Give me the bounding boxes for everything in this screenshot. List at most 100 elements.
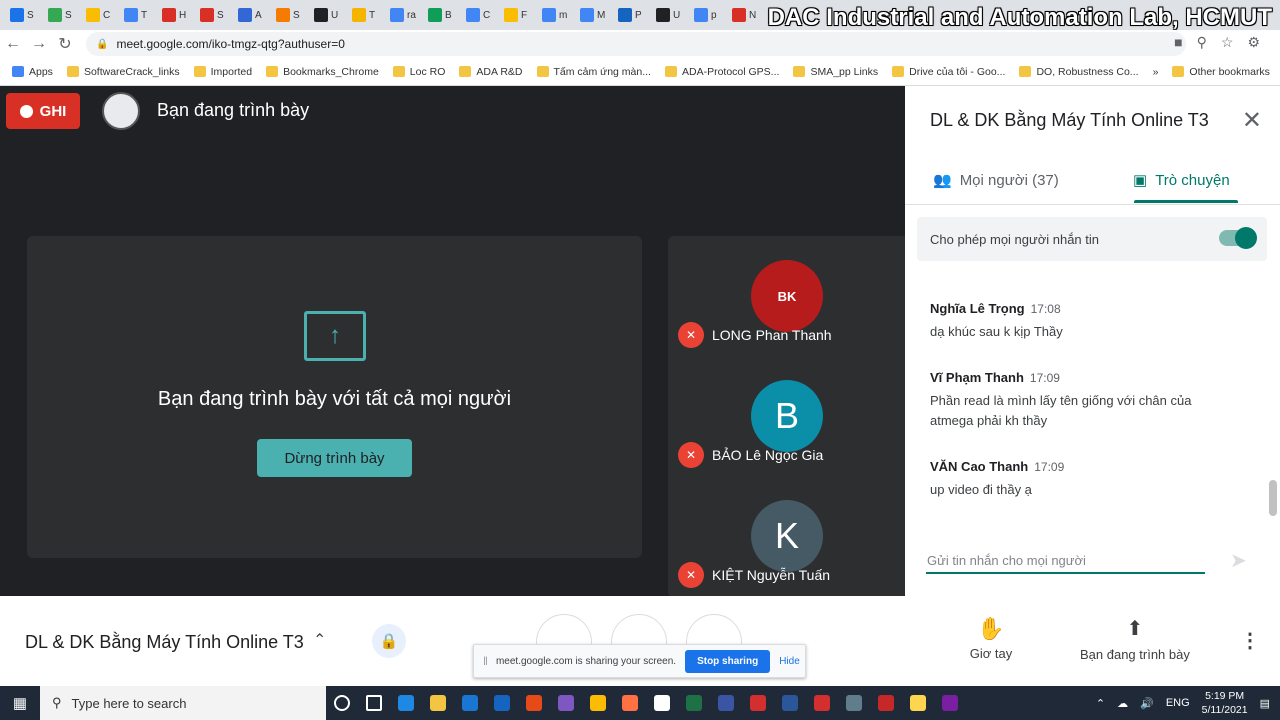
participant-tile[interactable]: B ✕ BẢO Lê Ngọc Gia [668,356,905,476]
url-input[interactable]: 🔒 meet.google.com/iko-tmgz-qtg?authuser=… [86,32,1186,56]
browser-tab[interactable]: U [652,2,690,28]
store-icon[interactable] [486,686,518,720]
browser-tab[interactable]: F [500,2,538,28]
browser-tab[interactable]: H [158,2,196,28]
drag-handle-icon[interactable]: ‖ [483,654,488,668]
chevron-up-icon[interactable]: ⌃ [313,630,326,650]
widgets-icon[interactable] [358,686,390,720]
volume-icon[interactable]: 🔊 [1140,697,1154,710]
browser-tab[interactable]: S [196,2,234,28]
windows-start-icon[interactable]: ▦ [0,686,40,720]
hide-button[interactable]: Hide [779,656,800,667]
browser-tab[interactable]: T [348,2,386,28]
more-options-icon[interactable]: ⋮ [1240,628,1260,653]
mail-icon[interactable] [454,686,486,720]
word-icon[interactable] [774,686,806,720]
taskbar-search-input[interactable]: ⚲ Type here to search [40,686,326,720]
bookmarks-overflow-button[interactable]: » [1153,66,1159,78]
language-indicator[interactable]: ENG [1166,697,1190,709]
notification-icon[interactable]: ▤ [1260,697,1270,710]
stop-sharing-button[interactable]: Stop sharing [685,649,771,673]
bookmark-folder-icon [66,66,79,77]
tab-title: S [217,9,224,21]
tray-chevron-icon[interactable]: ⌃ [1096,697,1105,710]
app-2-icon[interactable] [902,686,934,720]
chat-message-input[interactable]: Gửi tin nhắn cho mọi người [926,548,1205,574]
browser-tab[interactable]: C [462,2,500,28]
browser-tab[interactable]: U [310,2,348,28]
browser-tab[interactable]: C [82,2,120,28]
camera-icon[interactable]: ■ [1174,34,1182,51]
recording-badge: GHI [6,93,80,129]
bookmark-item[interactable]: SMA_pp Links [793,66,878,78]
recording-label: GHI [39,102,67,120]
acrobat-icon[interactable] [806,686,838,720]
chrome-icon[interactable] [582,686,614,720]
recorder-icon[interactable] [742,686,774,720]
clock[interactable]: 5:19 PM 5/11/2021 [1202,689,1248,717]
office-icon[interactable] [518,686,550,720]
participant-tile[interactable]: K ✕ KIỆT Nguyễn Tuấn [668,476,905,596]
messenger-icon[interactable] [646,686,678,720]
tab-title: ra [407,9,416,21]
zoom-icon[interactable]: ⚲ [1197,34,1207,51]
allow-chat-toggle[interactable] [1219,227,1257,249]
app-1-icon[interactable] [838,686,870,720]
browser-tab[interactable]: S [44,2,82,28]
cv-app-icon[interactable] [870,686,902,720]
bookmark-item[interactable]: ADA R&D [459,66,523,78]
visual-studio-icon[interactable] [934,686,966,720]
close-icon[interactable]: ✕ [1242,106,1262,135]
tab-favicon-icon [10,8,24,22]
excel-icon[interactable] [678,686,710,720]
task-view-icon[interactable] [326,686,358,720]
browser-tab[interactable]: p [690,2,728,28]
bookmark-item[interactable]: Tấm cảm ứng màn... [536,66,651,78]
raise-hand-button[interactable]: ✋ Giơ tay [966,616,1016,661]
browser-tab[interactable]: S [6,2,44,28]
bookmark-item[interactable]: DO, Robustness Co... [1019,66,1139,78]
bookmark-item[interactable]: Imported [193,66,252,78]
people-icon: 👥 [933,172,952,189]
browser-tab[interactable]: N [728,2,766,28]
file-explorer-icon[interactable] [422,686,454,720]
browser-tab[interactable]: A [234,2,272,28]
browser-tab[interactable]: M [576,2,614,28]
bookmark-item[interactable]: Drive của tôi - Goo... [892,66,1005,78]
browser-tab[interactable]: S [272,2,310,28]
active-tab-indicator [1134,200,1238,203]
skype-icon[interactable] [614,686,646,720]
extension-icon[interactable]: ⚙ [1247,34,1260,51]
chat-scrollbar[interactable] [1269,480,1277,516]
forward-icon[interactable]: → [26,31,52,57]
edge-icon[interactable] [390,686,422,720]
viber-icon[interactable] [550,686,582,720]
present-now-button[interactable]: ⬆ Bạn đang trình bày [1080,616,1190,662]
tab-favicon-icon [48,8,62,22]
send-icon[interactable]: ➤ [1230,548,1247,573]
browser-tab[interactable]: P [614,2,652,28]
other-bookmarks[interactable]: Other bookmarks [1172,66,1270,78]
reload-icon[interactable]: ↻ [52,31,78,57]
bookmark-item[interactable]: ADA-Protocol GPS... [664,66,779,78]
bookmark-item[interactable]: Apps [12,66,53,78]
bookmark-item[interactable]: Loc RO [392,66,445,78]
bookmark-item[interactable]: Bookmarks_Chrome [266,66,379,78]
shield-lock-icon[interactable]: 🔒 [372,624,406,658]
browser-tab[interactable]: T [120,2,158,28]
bookmark-item[interactable]: SoftwareCrack_links [66,66,180,78]
back-icon[interactable]: ← [0,31,26,57]
tab-chat[interactable]: ▣ Trò chuyện [1133,156,1230,204]
bookmark-label: Apps [29,65,53,78]
tab-people[interactable]: 👥 Mọi người (37) [933,156,1059,204]
browser-tab[interactable]: B [424,2,462,28]
stop-presenting-button[interactable]: Dừng trình bày [257,439,412,477]
bookmark-star-icon[interactable]: ☆ [1221,34,1234,51]
browser-tab[interactable]: m [538,2,576,28]
visio-icon[interactable] [710,686,742,720]
network-icon[interactable]: ☁ [1117,697,1128,710]
participant-tile[interactable]: BK ✕ LONG Phan Thanh [668,236,905,356]
chat-message-header: Vĩ Phạm Thanh 17:09 [930,370,1230,385]
browser-tab[interactable]: ra [386,2,424,28]
participant-avatar: B [751,380,823,452]
